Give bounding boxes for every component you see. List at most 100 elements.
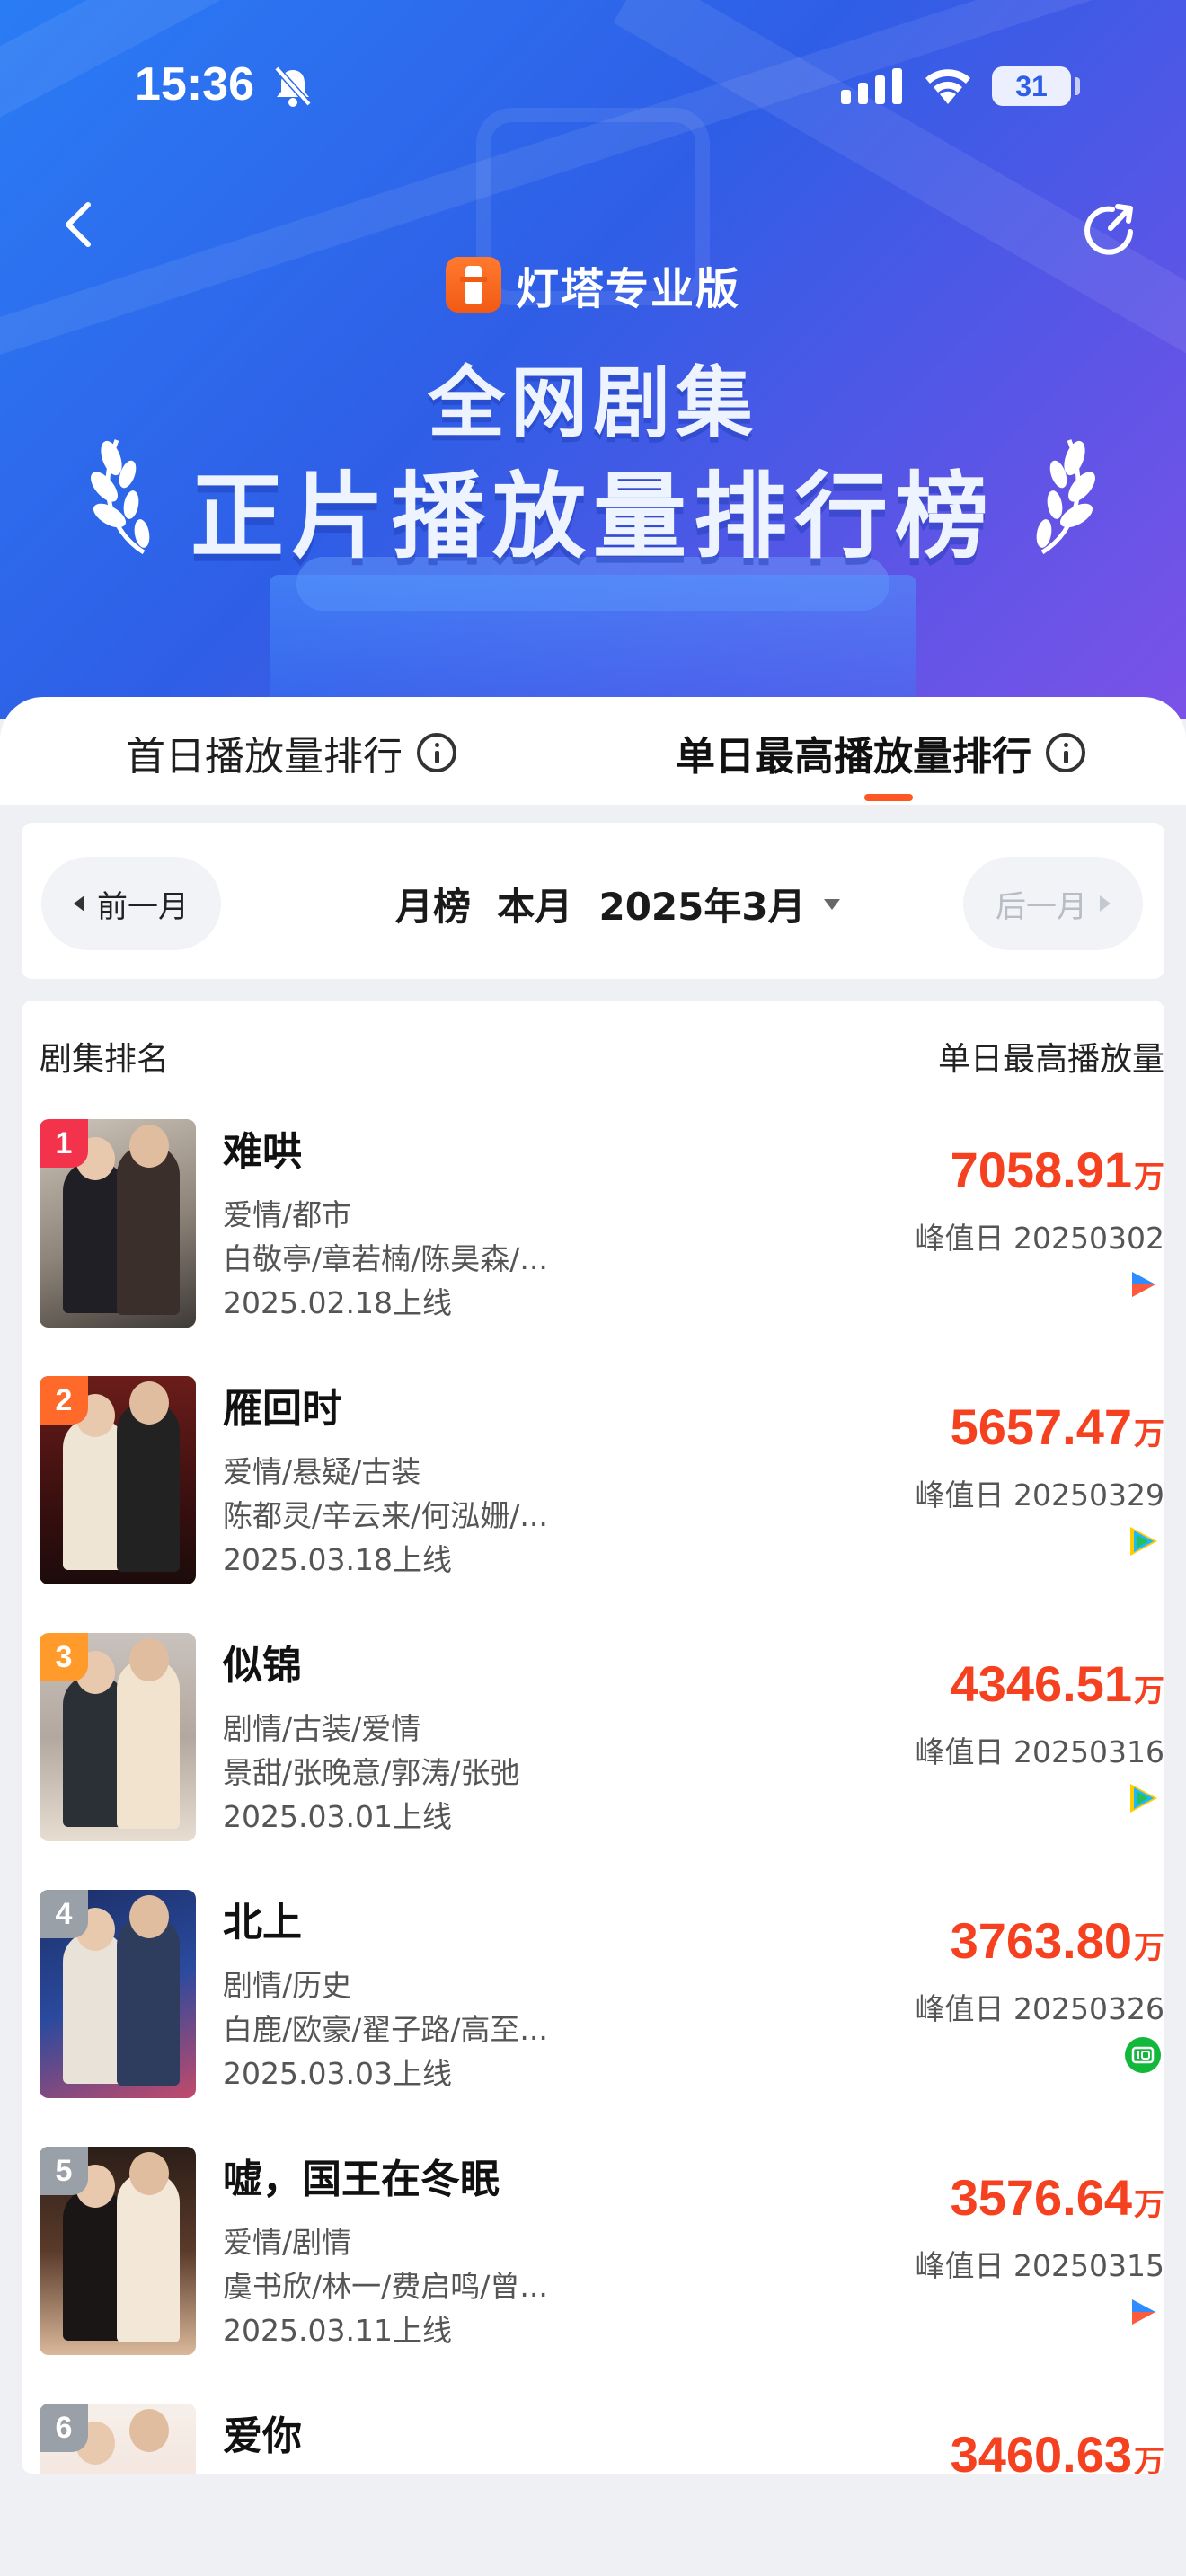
drama-genre: 爱情/剧情 [223,2225,352,2260]
tencent-video-icon [1130,1784,1157,1813]
play-count-number: 5657.47 [950,1398,1132,1455]
drama-title: 雁回时 [223,1386,341,1432]
play-count-number: 3460.63 [950,2426,1132,2474]
peak-date: 峰值日 20250302 [915,1221,1164,1256]
poster-image: 6 [40,2404,196,2474]
rank-badge: 6 [40,2404,88,2452]
triangle-down-icon [823,898,840,910]
play-count: 7058.91 万 [951,1141,1164,1199]
rank-badge: 1 [40,1119,88,1168]
wifi-icon [925,69,970,104]
play-count: 4346.51 万 [951,1654,1164,1713]
play-count-number: 4346.51 [950,1655,1132,1712]
play-count-unit: 万 [1134,1930,1164,1966]
drama-title: 难哄 [223,1129,302,1175]
play-count-unit: 万 [1134,2444,1164,2474]
play-count: 3576.64 万 [951,2168,1164,2227]
tab-first-day-plays[interactable]: 首日播放量排行 [126,724,456,781]
play-count-unit: 万 [1134,1673,1164,1709]
poster-image: 5 [40,2147,196,2355]
poster-image: 4 [40,1890,196,2098]
battery-indicator: 31 [992,66,1071,106]
tencent-video-icon [1130,1527,1157,1556]
tab-label: 单日最高播放量排行 [676,734,1031,780]
next-month-label: 后一月 [996,888,1087,925]
youku-icon [1132,1272,1155,1297]
iqiyi-icon [1125,2037,1161,2073]
drama-release-date: 2025.03.18上线 [223,1542,452,1577]
drama-genre: 剧情/古装/爱情 [223,1711,421,1746]
drama-title: 北上 [223,1900,302,1945]
drama-title: 嘘，国王在冬眠 [223,2157,500,2202]
play-count-number: 3763.80 [950,1912,1132,1969]
drama-release-date: 2025.03.11上线 [223,2313,452,2348]
hero-banner: 15:36 31 灯塔专业版 全网剧集 正片播放量排行榜 [0,0,1186,719]
info-icon[interactable] [1046,733,1085,772]
tab-label: 首日播放量排行 [126,734,403,780]
month-selector: 前一月 月榜 本月 2025年3月 后一月 [22,823,1164,979]
drama-cast: 虞书欣/林一/费启鸣/曾... [223,2269,548,2304]
drama-cast: 景甜/张晚意/郭涛/张弛 [223,1755,520,1790]
list-item[interactable]: 6 爱你 3460.63 万 [22,2404,1164,2474]
rank-badge: 2 [40,1376,88,1425]
triangle-left-icon [74,895,84,912]
battery-nub [1075,77,1080,95]
share-icon[interactable] [1082,201,1139,259]
lighthouse-logo-icon [445,257,501,313]
list-item[interactable]: 2 雁回时 爱情/悬疑/古装 陈都灵/辛云来/何泓姗/... 2025.03.1… [22,1376,1164,1633]
play-count-number: 7058.91 [950,1142,1132,1198]
brand: 灯塔专业版 [0,253,1186,316]
drama-cast: 白敬亭/章若楠/陈昊森/... [223,1241,548,1276]
play-count-unit: 万 [1134,1160,1164,1195]
play-count: 3763.80 万 [951,1911,1164,1970]
brand-name: 灯塔专业版 [515,264,740,314]
month-dropdown[interactable]: 月榜 本月 2025年3月 [395,877,840,931]
header-value-label: 单日最高播放量 [937,1041,1164,1078]
drama-cast: 白鹿/欧豪/翟子路/高至... [223,2012,548,2047]
back-arrow-icon[interactable] [54,198,108,251]
laurel-left-icon [91,439,150,555]
list-item[interactable]: 5 嘘，国王在冬眠 爱情/剧情 虞书欣/林一/费启鸣/曾... 2025.03.… [22,2147,1164,2404]
drama-cast: 陈都灵/辛云来/何泓姗/... [223,1498,548,1533]
tab-daily-peak-plays[interactable]: 单日最高播放量排行 [676,724,1085,781]
play-count: 3460.63 万 [951,2425,1164,2474]
list-header: 剧集排名 单日最高播放量 [22,1033,1164,1078]
header-rank-label: 剧集排名 [40,1041,170,1078]
drama-title: 似锦 [223,1643,302,1689]
poster-image: 1 [40,1119,196,1328]
next-month-button[interactable]: 后一月 [963,857,1143,950]
drama-release-date: 2025.03.01上线 [223,1799,452,1834]
poster-image: 3 [40,1633,196,1841]
ranking-list: 剧集排名 单日最高播放量 1 难哄 爱情/都市 白敬亭/章若楠/陈昊森/... … [22,1001,1164,2474]
poster-image: 2 [40,1376,196,1584]
drama-genre: 剧情/历史 [223,1968,352,2003]
play-count-unit: 万 [1134,1416,1164,1452]
laurel-right-icon [1036,439,1095,555]
drama-release-date: 2025.02.18上线 [223,1285,452,1320]
drama-title: 爱你 [223,2413,302,2459]
peak-date: 峰值日 20250326 [915,1991,1164,2026]
bottom-safe-area [0,2477,1186,2576]
list-item[interactable]: 3 似锦 剧情/古装/爱情 景甜/张晚意/郭涛/张弛 2025.03.01上线 … [22,1633,1164,1890]
prev-month-button[interactable]: 前一月 [41,857,221,950]
prev-month-label: 前一月 [97,888,189,925]
rank-badge: 5 [40,2147,88,2195]
bell-muted-icon [274,66,312,107]
peak-date: 峰值日 20250315 [915,2248,1164,2283]
triangle-right-icon [1100,895,1111,912]
info-icon[interactable] [417,733,456,772]
drama-genre: 爱情/悬疑/古装 [223,1454,421,1489]
active-tab-indicator [864,794,913,801]
rank-badge: 3 [40,1633,88,1681]
rank-badge: 4 [40,1890,88,1938]
list-item[interactable]: 4 北上 剧情/历史 白鹿/欧豪/翟子路/高至... 2025.03.03上线 … [22,1890,1164,2147]
drama-release-date: 2025.03.03上线 [223,2056,452,2091]
youku-icon [1132,2299,1155,2325]
current-month-label: 月榜 本月 2025年3月 [395,885,806,929]
play-count-unit: 万 [1134,2187,1164,2223]
status-time: 15:36 [135,58,254,110]
list-item[interactable]: 1 难哄 爱情/都市 白敬亭/章若楠/陈昊森/... 2025.02.18上线 … [22,1119,1164,1376]
play-count: 5657.47 万 [951,1398,1164,1456]
peak-date: 峰值日 20250329 [915,1478,1164,1513]
peak-date: 峰值日 20250316 [915,1734,1164,1769]
